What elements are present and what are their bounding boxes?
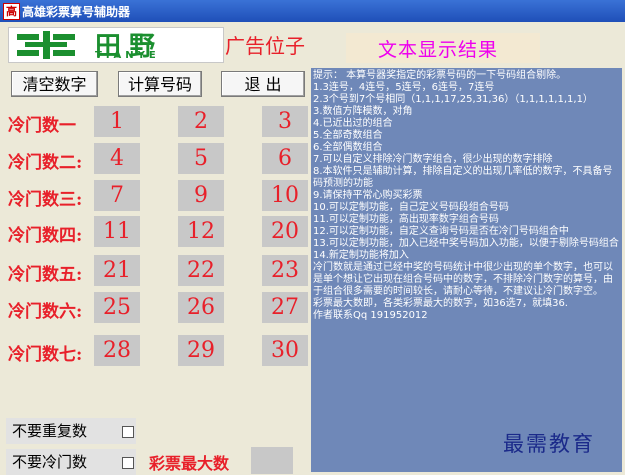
tip-line: 12.可以定制功能，自定义查询号码是否在冷门号码组合中 [313, 226, 569, 237]
clear-numbers-button[interactable]: 清空数字 [11, 71, 98, 97]
cold-number-input[interactable]: 28 [94, 335, 140, 366]
cold-number-label-3: 冷门数三: [8, 190, 83, 210]
cold-number-input[interactable]: 23 [262, 255, 308, 286]
tip-line: 5.全部奇数组合 [313, 130, 383, 141]
cold-number-input[interactable]: 27 [262, 292, 308, 323]
tip-line: 3.数值方阵模数，对角 [313, 106, 413, 117]
cold-number-input[interactable]: 9 [178, 180, 224, 211]
cold-number-input[interactable]: 11 [94, 216, 140, 247]
no-repeat-option[interactable]: 不要重复数 [6, 418, 136, 444]
cold-number-input[interactable]: 4 [94, 143, 140, 174]
max-number-input[interactable] [251, 447, 293, 474]
title-bar: 高 高雄彩票算号辅助器 [0, 0, 625, 22]
tip-line: 6.全部偶数组合 [313, 142, 383, 153]
tip-line: 作者联系Qq 191952012 [313, 310, 428, 321]
cold-number-input[interactable]: 12 [178, 216, 224, 247]
tips-panel[interactable]: 提示： 本算号器奖指定的彩票号码的一下号码组合剔除。 1.3连号，4连号，5连号… [311, 68, 622, 472]
watermark: 最需教育 [503, 432, 595, 456]
no-repeat-label: 不要重复数 [12, 422, 88, 440]
cold-number-input[interactable]: 29 [178, 335, 224, 366]
tip-line: 11.可以定制功能，高出现率数字组合号码 [313, 214, 499, 225]
cold-number-input[interactable]: 26 [178, 292, 224, 323]
cold-number-input[interactable]: 20 [262, 216, 308, 247]
cold-number-input[interactable]: 6 [262, 143, 308, 174]
no-repeat-checkbox[interactable] [122, 426, 134, 438]
logo-subtext: TIANYE [95, 50, 160, 61]
tip-line: 冷门数就是通过已经中奖的号码统计中很少出现的单个数字，也可以是单个想让它出现在组… [313, 262, 613, 297]
no-cold-checkbox[interactable] [122, 457, 134, 469]
result-label: 文本显示结果 [378, 39, 499, 61]
no-cold-label: 不要冷门数 [12, 453, 88, 471]
result-display: 文本显示结果 [346, 33, 540, 63]
cold-number-input[interactable]: 10 [262, 180, 308, 211]
max-number-label: 彩票最大数 [149, 454, 230, 473]
tip-line: 彩票最大数即，各类彩票最大的数字，如36选7，就填36. [313, 298, 568, 309]
cold-number-label-1: 冷门数一 [8, 116, 76, 136]
ad-placeholder: 广告位子 [225, 34, 305, 58]
tip-line: 7.可以自定义排除冷门数字组合，很少出现的数字排除 [313, 154, 553, 165]
tips-text: 提示： 本算号器奖指定的彩票号码的一下号码组合剔除。 1.3连号，4连号，5连号… [313, 70, 619, 322]
tip-line: 14.新定制功能将加入 [313, 250, 409, 261]
cold-number-input[interactable]: 2 [178, 106, 224, 137]
tip-line: 9.请保持平常心购买彩票 [313, 190, 423, 201]
cold-number-label-7: 冷门数七: [8, 345, 83, 365]
window-title: 高雄彩票算号辅助器 [22, 5, 131, 19]
tip-line: 提示： 本算号器奖指定的彩票号码的一下号码组合剔除。 [313, 70, 567, 81]
cold-number-input[interactable]: 25 [94, 292, 140, 323]
leaf-logo-icon [17, 31, 75, 59]
cold-number-label-2: 冷门数二: [8, 153, 83, 173]
tip-line: 13.可以定制功能，加入已经中奖号码加入功能，以便于剔除号码组合 [313, 238, 619, 249]
cold-number-input[interactable]: 3 [262, 106, 308, 137]
tip-line: 4.已近出过的组合 [313, 118, 393, 129]
app-icon: 高 [3, 3, 20, 20]
tip-line: 2.3个号到7个号相同（1,1,1,17,25,31,36）（1,1,1,1,1… [313, 94, 593, 105]
exit-button[interactable]: 退 出 [221, 71, 305, 97]
no-cold-option[interactable]: 不要冷门数 [6, 449, 136, 475]
cold-number-input[interactable]: 7 [94, 180, 140, 211]
calculate-button[interactable]: 计算号码 [118, 71, 202, 97]
cold-number-input[interactable]: 30 [262, 335, 308, 366]
cold-number-label-4: 冷门数四: [8, 226, 83, 246]
tip-line: 1.3连号，4连号，5连号，6连号，7连号 [313, 82, 495, 93]
logo: 田野 TIANYE [8, 27, 224, 63]
tip-line: 8.本软件只是辅助计算，排除自定义的出现几率低的数字，不具备号码预测的功能 [313, 166, 613, 189]
tip-line: 10.可以定制功能，自己定义号码段组合号码 [313, 202, 509, 213]
cold-number-label-6: 冷门数六: [8, 302, 83, 322]
cold-number-input[interactable]: 1 [94, 106, 140, 137]
cold-number-input[interactable]: 21 [94, 255, 140, 286]
cold-number-input[interactable]: 5 [178, 143, 224, 174]
cold-number-input[interactable]: 22 [178, 255, 224, 286]
cold-number-label-5: 冷门数五: [8, 265, 83, 285]
